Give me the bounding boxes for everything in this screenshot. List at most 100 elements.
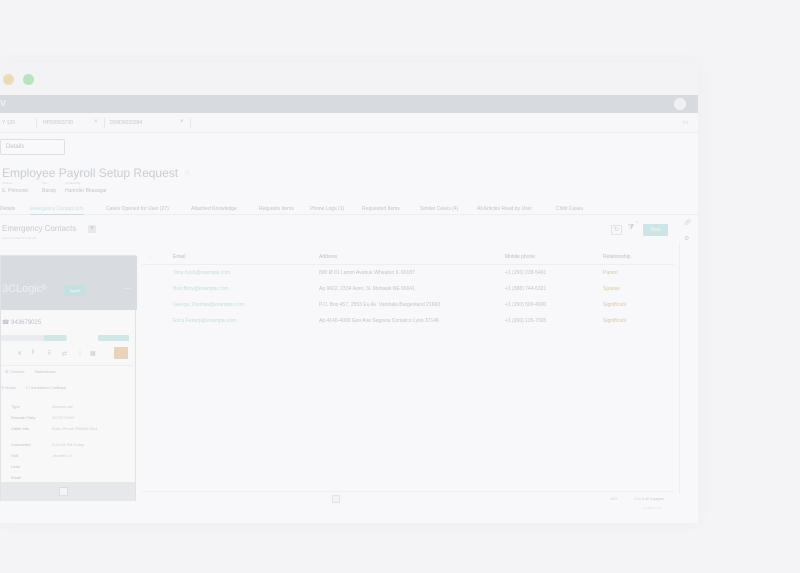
user-avatar[interactable] <box>674 98 686 110</box>
more-icon[interactable]: ⋮ <box>77 350 83 357</box>
active-call-number: ☎ 943679025 <box>2 320 42 326</box>
workspace-tabs: Y 126 HPD0563730 × D09D0033394 × ▭ <box>0 113 698 133</box>
refresh-icon[interactable]: ↻ <box>611 225 622 235</box>
related-list-tabs: Details Emergency Contact Info Cases Ope… <box>0 203 698 215</box>
field-value: Brian Phone 9909517614 <box>52 426 98 431</box>
link-icon[interactable]: 🔗︎ <box>684 219 692 226</box>
tab-child-cases[interactable]: Child Cases <box>556 206 583 212</box>
new-button[interactable]: New <box>643 224 668 236</box>
relationship-cell: Significant <box>603 318 627 324</box>
section-title: Emergency Contacts <box>2 224 77 233</box>
column-email[interactable]: Email <box>173 254 186 260</box>
table-row[interactable]: Bret.Broy@example.com Ap 9602, 2334 Aore… <box>142 281 674 297</box>
notes-action[interactable]: ✎ Notes <box>1 385 16 390</box>
column-relationship[interactable]: Relationship <box>603 254 631 260</box>
follow-icon[interactable]: ☆ <box>184 169 190 177</box>
tab-similar-cases[interactable]: Similar Cases (4) <box>420 206 458 212</box>
tab-attached-knowledge[interactable]: Attached Knowledge <box>191 206 237 212</box>
softphone-header: 3CLogicᵇ Agent — <box>1 256 137 310</box>
filter-icon[interactable]: ⧩ <box>628 224 634 232</box>
tab-separator <box>104 118 105 128</box>
table-row[interactable]: George.Thomas@example.com P.O. Box 457, … <box>142 297 674 313</box>
field-value: 3673073099 <box>52 415 75 420</box>
pagination-info: 1 to 4 of 4 pages <box>634 496 664 501</box>
address-cell: P.O. Box 457, 2553 Eu Av. Vandalia Burge… <box>319 302 441 308</box>
softphone-logo: 3CLogicᵇ <box>2 283 47 295</box>
meta-value: Bandy <box>42 188 57 194</box>
email-cell[interactable]: Bret.Broy@example.com <box>173 286 229 292</box>
row-menu-icon[interactable]: ⋮ <box>148 254 153 260</box>
close-tab-icon[interactable]: × <box>94 119 98 125</box>
grid-header: ⋮ Email Address Mobile phone Relationshi… <box>142 249 674 265</box>
field-label: Connected <box>11 442 31 447</box>
application-window: v Y 126 HPD0563730 × D09D0033394 × ▭ Det… <box>0 63 698 523</box>
add-contact-button[interactable]: + <box>88 225 96 233</box>
mute-icon[interactable]: ✕ <box>17 350 22 357</box>
tab-requests-items[interactable]: Requests Items <box>259 206 294 212</box>
field-label: Email <box>11 475 22 480</box>
tab-details[interactable]: Details <box>0 206 15 212</box>
tab-emergency-contact-info[interactable]: Emergency Contact Info <box>30 206 84 215</box>
relationship-cell: Parent <box>603 270 618 276</box>
call-timer-bar <box>44 335 66 341</box>
minimize-light[interactable] <box>3 74 14 85</box>
address-cell: Ap 9602, 2334 Aore, 3L Mohawk NE 66041 <box>319 286 415 292</box>
column-mobile-phone[interactable]: Mobile phone <box>505 254 535 260</box>
tab-articles-read[interactable]: All Articles Read by User <box>477 206 532 212</box>
page-size-select[interactable]: 100 <box>610 496 617 501</box>
workspace-tab-2[interactable]: HPD0563730 <box>43 120 73 126</box>
scheduled-callback-action[interactable]: ☐ Scheduled Callback <box>26 385 66 390</box>
field-value: 5:24:03 PM Today <box>52 442 85 447</box>
emergency-contacts-grid: ⋮ Email Address Mobile phone Relationshi… <box>142 249 674 329</box>
table-row[interactable]: Erica.Fenerp@example.com Ap 4140-4000 Ge… <box>142 313 674 329</box>
transfer-icon[interactable]: ⇄ <box>62 350 67 357</box>
email-cell[interactable]: Erica.Fenerp@example.com <box>173 318 236 324</box>
divider <box>679 243 680 493</box>
field-label: Caller Info <box>11 426 30 431</box>
hangup-icon[interactable] <box>114 347 128 359</box>
relationship-cell: Spouse <box>603 286 620 292</box>
hold-icon[interactable]: ‖ <box>32 350 34 356</box>
field-label: Lead <box>11 464 20 469</box>
brand-name: 3CLogic <box>2 283 43 295</box>
dialpad-icon[interactable]: ⠿ <box>47 350 51 357</box>
tab-list-icon[interactable]: ▭ <box>682 119 688 126</box>
tab-timeline[interactable]: ☰ Timeline <box>5 369 25 374</box>
email-cell[interactable]: Tony.hush@example.com <box>173 270 230 276</box>
collapse-icon[interactable]: — <box>124 285 131 292</box>
softphone-footer <box>1 482 135 501</box>
phone-cell: +1 (260) 135-7305 <box>505 318 547 324</box>
workspace-tab-1[interactable]: Y 126 <box>2 120 15 126</box>
field-label: Skill <box>11 453 19 458</box>
tab-tasks-notes[interactable]: Tasks/Notes <box>34 369 56 374</box>
call-status-bar <box>98 335 129 341</box>
table-row[interactable]: Tony.hush@example.com 890 Ø 01 Lamm Aven… <box>142 265 674 281</box>
workspace-tab-3[interactable]: D09D0033394 <box>110 120 142 126</box>
maximize-light[interactable] <box>23 74 34 85</box>
agent-status-badge[interactable]: Agent <box>64 285 86 296</box>
close-tab-icon[interactable]: × <box>180 119 184 125</box>
title-bar <box>0 63 698 95</box>
app-header: v <box>0 95 698 113</box>
meta-label: Cat <box>42 181 47 185</box>
filter-count-badge: 0 <box>636 220 638 224</box>
select-all-checkbox[interactable] <box>332 495 340 503</box>
meta-label: Contact <box>2 181 13 185</box>
column-address[interactable]: Address <box>319 254 337 260</box>
field-value: Jennifer Lit <box>52 453 72 458</box>
email-cell[interactable]: George.Thomas@example.com <box>173 302 244 308</box>
conference-icon[interactable]: ▦ <box>90 350 96 357</box>
tab-requested-items[interactable]: Requested Items <box>362 206 400 212</box>
tab-phone-logs[interactable]: Phone Logs (1) <box>310 206 344 212</box>
tab-cases-opened[interactable]: Cases Opened for User (27) <box>106 206 169 212</box>
dock-toggle[interactable] <box>59 487 68 496</box>
meta-label: Created By <box>65 181 81 185</box>
footer-note: Loaded 4 rows <box>642 506 662 510</box>
details-dropdown[interactable]: Details <box>0 139 65 155</box>
meta-value[interactable]: Harinder Bhasagar <box>65 188 107 194</box>
grid-footer: 100 1 to 4 of 4 pages Loaded 4 rows <box>142 491 674 510</box>
meta-value[interactable]: E. Petrovne <box>2 188 28 194</box>
app-logo: v <box>0 97 7 109</box>
address-cell: Ap 4140-4000 Gen Ave Segovia Comalco Lyo… <box>319 318 439 324</box>
settings-icon[interactable]: ⚙︎ <box>684 235 689 242</box>
